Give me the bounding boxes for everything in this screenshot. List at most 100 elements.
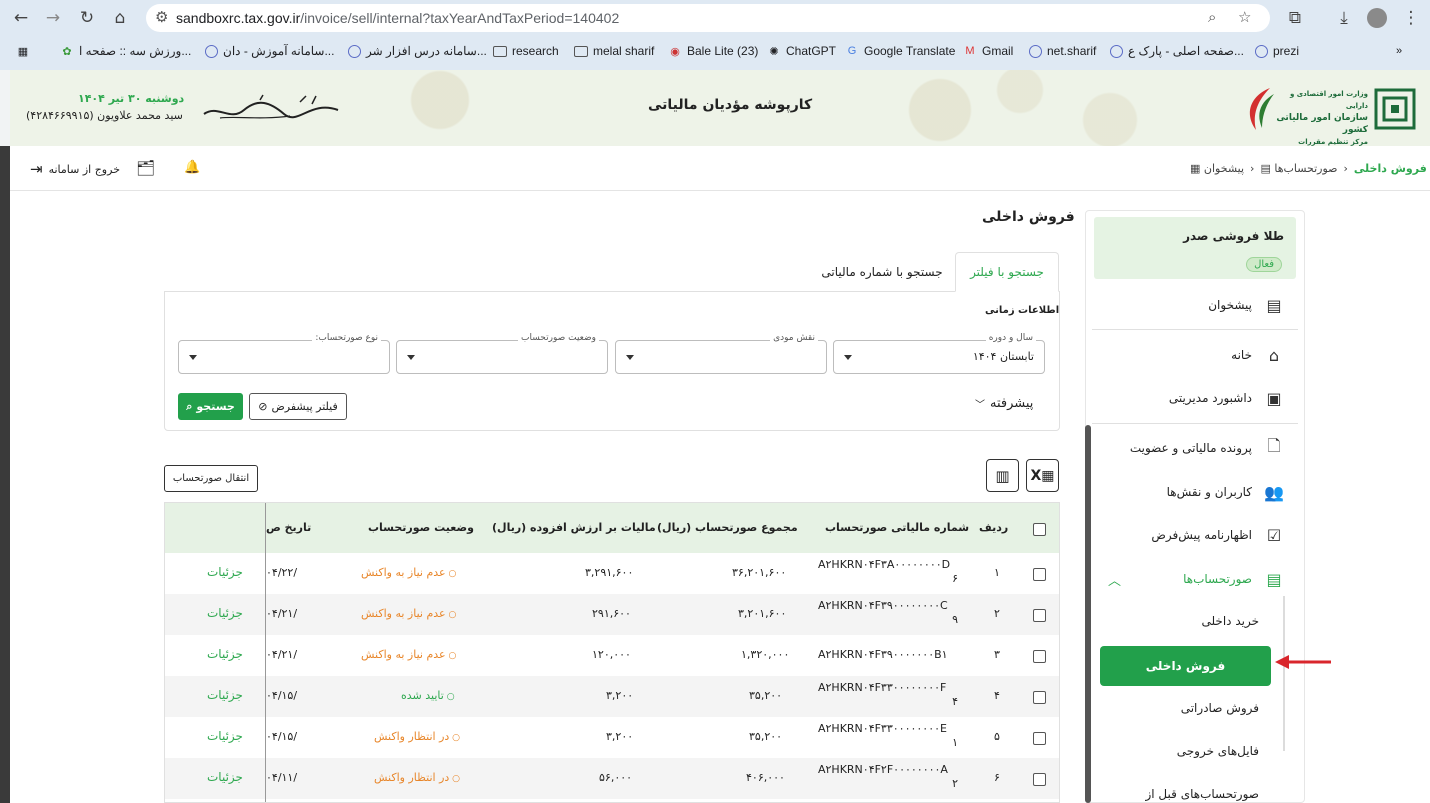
sidebar-subitem-domestic-sale[interactable]: فروش داخلی xyxy=(1100,646,1271,686)
invoice-vat: ۲۹۱,۶۰۰ xyxy=(592,607,631,620)
url-path: /invoice/sell/internal?taxYearAndTaxPeri… xyxy=(300,10,620,26)
bookmark-bale[interactable]: ◉ Bale Lite (23) xyxy=(668,42,758,60)
invoice-date: /۰۴/۱۱ xyxy=(266,771,298,784)
year-period-select[interactable]: سال و دوره تابستان ۱۴۰۴ xyxy=(833,333,1045,374)
columns-icon: ▥ xyxy=(995,466,1010,485)
bookmark-melal[interactable]: melal sharif xyxy=(574,42,654,60)
search-button[interactable]: جستجو ⌕ xyxy=(178,393,243,420)
invoice-total: ۳۵,۲۰۰ xyxy=(749,730,783,743)
invoice-total: ۴۰۶,۰۰۰ xyxy=(746,771,785,784)
address-bar[interactable]: ⚙ sandboxrc.tax.gov.ir/invoice/sell/inte… xyxy=(146,4,1270,32)
invoice-vat: ۳,۲۰۰ xyxy=(606,689,634,702)
details-link[interactable]: جزئیات xyxy=(207,729,243,743)
page-header-title: کارپوشه مؤدیان مالیاتی xyxy=(648,97,813,113)
bookmark-chatgpt[interactable]: ✺ ChatGPT xyxy=(767,42,836,60)
chevron-down-icon: ﹀ xyxy=(975,400,985,411)
invoice-number-line2: ۱ xyxy=(952,736,958,749)
row-index: ۱ xyxy=(994,566,1000,579)
zoom-icon[interactable]: ⌕ xyxy=(1208,8,1216,26)
invoice-type-select[interactable]: نوع صورتحساب: xyxy=(178,333,390,374)
sidebar-item-tax-file[interactable]: پرونده مالیاتی و عضویت 🗋 xyxy=(1092,429,1294,467)
menu-icon[interactable]: ⋮ xyxy=(1398,5,1424,31)
row-checkbox[interactable] xyxy=(1033,609,1046,622)
invoice-vat: ۱۲۰,۰۰۰ xyxy=(592,648,631,661)
apps-icon[interactable]: ▦ xyxy=(16,42,30,60)
header-status: وضعیت صورتحساب xyxy=(368,521,474,534)
sidebar-item-management-dashboard[interactable]: داشبورد مدیریتی ▣ xyxy=(1092,379,1294,417)
extensions-icon[interactable]: ⧉ xyxy=(1282,5,1308,31)
profile-folder-icon[interactable]: 🗂 xyxy=(136,159,155,177)
bookmark-park[interactable]: صفحه اصلی - پارک ع... xyxy=(1109,42,1244,60)
sidebar-subitem-export-sale[interactable]: فروش صادراتی xyxy=(1181,701,1259,715)
details-link[interactable]: جزئیات xyxy=(207,688,243,702)
invoice-number: A۲HKRN۰۴F۳۹۰۰۰۰۰۰۰B۱ xyxy=(818,648,958,662)
columns-button[interactable]: ▥ xyxy=(986,459,1019,492)
star-icon[interactable]: ☆ xyxy=(1238,8,1251,26)
sidebar-item-dashboard[interactable]: پیشخوان ▤ xyxy=(1092,286,1294,324)
advanced-toggle[interactable]: پیشرفته ﹀ xyxy=(975,396,1033,411)
bookmark-label: prezi xyxy=(1273,44,1300,58)
tab-tax-number-search[interactable]: جستجو با شماره مالیاتی xyxy=(812,252,952,292)
sidebar-item-invoices[interactable]: ︿ صورتحساب‌ها ▤ xyxy=(1092,560,1294,598)
sidebar-item-default-declaration[interactable]: اظهارنامه پیش‌فرض ☑ xyxy=(1092,516,1294,554)
download-icon[interactable]: ⤓ xyxy=(1331,5,1357,31)
receipt-icon: ▤ xyxy=(1266,569,1282,589)
row-checkbox[interactable] xyxy=(1033,568,1046,581)
bookmark-gmail[interactable]: M Gmail xyxy=(963,42,1013,60)
chevron-up-icon[interactable]: ︿ xyxy=(1108,570,1121,589)
org-emblem-icon xyxy=(1374,88,1416,130)
details-link[interactable]: جزئیات xyxy=(207,606,243,620)
table-row: ۳ A۲HKRN۰۴F۳۹۰۰۰۰۰۰۰B۱ ۱,۳۲۰,۰۰۰ ۱۲۰,۰۰۰… xyxy=(165,635,1059,676)
sidebar-item-users-roles[interactable]: کاربران و نقش‌ها 👥 xyxy=(1092,473,1294,511)
home-icon[interactable]: ⌂ xyxy=(107,5,133,31)
row-checkbox[interactable] xyxy=(1033,691,1046,704)
bookmark-netsharif[interactable]: net.sharif xyxy=(1028,42,1096,60)
bookmark-translate[interactable]: G Google Translate xyxy=(845,42,956,60)
sidebar-item-home[interactable]: خانه ⌂ xyxy=(1092,336,1294,374)
back-icon[interactable]: ← xyxy=(8,5,34,31)
excel-export-button[interactable]: X▦ xyxy=(1026,459,1059,492)
folder-icon xyxy=(493,45,507,57)
sidebar-subitem-previous-invoices[interactable]: صورتحساب‌های قبل از xyxy=(1145,787,1259,801)
forward-icon[interactable]: → xyxy=(40,5,66,31)
bookmark-1[interactable]: ✿ ورزش سه :: صفحه ا... xyxy=(60,42,191,60)
invoice-total: ۳۶,۲۰۱,۶۰۰ xyxy=(732,566,787,579)
row-checkbox[interactable] xyxy=(1033,773,1046,786)
bookmark-prezi[interactable]: prezi xyxy=(1254,42,1299,60)
logout-button[interactable]: خروج از سامانه ⇥ xyxy=(30,160,120,178)
sidebar-item-label: پیشخوان xyxy=(1208,298,1252,312)
tab-filter-search[interactable]: جستجو با فیلتر xyxy=(955,252,1059,292)
taxpayer-role-select[interactable]: نقش مودی xyxy=(615,333,827,374)
globe-icon xyxy=(1028,44,1042,58)
breadcrumb-invoices[interactable]: صورتحساب‌ها ▤ xyxy=(1260,162,1337,175)
header-user: سید محمد علاویون (۴۲۸۴۶۶۹۹۱۵) xyxy=(26,109,183,122)
more-bookmarks-icon[interactable]: » xyxy=(1392,42,1406,60)
invoice-status-select[interactable]: وضعیت صورتحساب xyxy=(396,333,608,374)
folder-icon xyxy=(574,45,588,57)
bookmark-2[interactable]: سامانه آموزش - دان... xyxy=(204,42,334,60)
details-link[interactable]: جزئیات xyxy=(207,770,243,784)
transfer-invoice-button[interactable]: انتقال صورتحساب xyxy=(164,465,258,492)
row-checkbox[interactable] xyxy=(1033,650,1046,663)
breadcrumb-separator: ‹ xyxy=(1250,162,1255,175)
table-row: ۱ A۲HKRN۰۴F۳A۰۰۰۰۰۰۰۰D ۶ ۳۶,۲۰۱,۶۰۰ ۳,۲۹۱… xyxy=(165,553,1059,594)
sidebar-subitem-domestic-purchase[interactable]: خرید داخلی xyxy=(1201,614,1259,628)
select-all-checkbox[interactable] xyxy=(1033,523,1046,536)
bookmark-research[interactable]: research xyxy=(493,42,559,60)
bookmark-3[interactable]: سامانه درس افزار شر... xyxy=(347,42,487,60)
site-info-icon[interactable]: ⚙ xyxy=(155,8,168,26)
row-checkbox[interactable] xyxy=(1033,732,1046,745)
notification-bell-icon[interactable]: 🔔 xyxy=(184,160,200,175)
sidebar-subitem-output-files[interactable]: فایل‌های خروجی xyxy=(1177,744,1259,758)
row-index: ۴ xyxy=(994,689,1000,702)
bookmark-label: سامانه آموزش - دان... xyxy=(223,44,335,58)
details-link[interactable]: جزئیات xyxy=(207,647,243,661)
default-filter-button[interactable]: فیلتر پیشفرض ⊘ xyxy=(249,393,347,420)
details-link[interactable]: جزئیات xyxy=(207,565,243,579)
breadcrumb-dashboard[interactable]: پیشخوان ▦ xyxy=(1190,162,1244,175)
reload-icon[interactable]: ↻ xyxy=(74,5,100,31)
sidebar-scrollbar[interactable] xyxy=(1085,425,1091,803)
profile-avatar[interactable] xyxy=(1364,5,1390,31)
globe-icon xyxy=(1254,44,1268,58)
table-row: ۶ A۲HKRN۰۴F۲F۰۰۰۰۰۰۰۰A ۲ ۴۰۶,۰۰۰ ۵۶,۰۰۰ د… xyxy=(165,758,1059,799)
